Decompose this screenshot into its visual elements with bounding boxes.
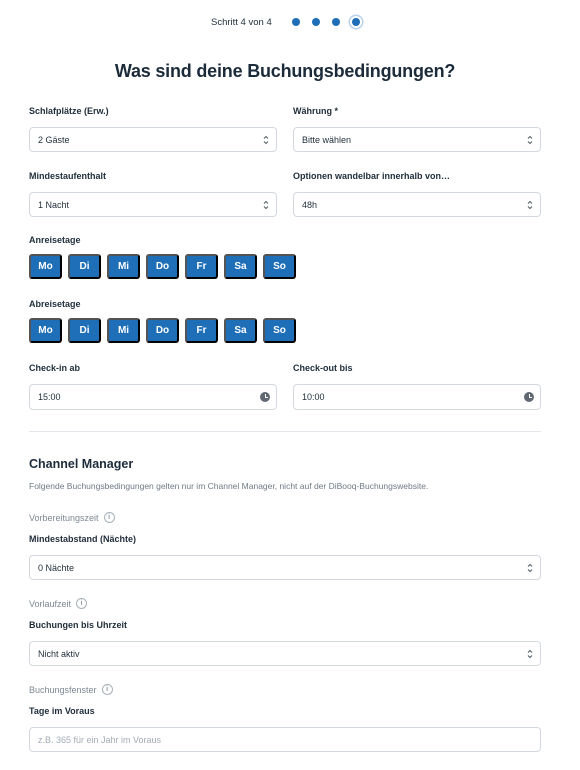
abreise-day-mo[interactable]: Mo — [29, 318, 62, 343]
page-title: Was sind deine Buchungsbedingungen? — [114, 61, 456, 81]
anreisetage-group: Mo Di Mi Do Fr Sa So — [29, 254, 296, 279]
section-divider — [29, 431, 541, 432]
abreisetage-label: Abreisetage — [29, 299, 81, 309]
buchungen-bis-value: Nicht aktiv — [38, 648, 80, 659]
buchungsfenster-text: Buchungsfenster — [29, 684, 97, 695]
waehrung-select[interactable]: Bitte wählen — [293, 127, 541, 152]
step-dot-3 — [332, 18, 340, 26]
abreisetage-group: Mo Di Mi Do Fr Sa So — [29, 318, 296, 343]
checkout-value: 10:00 — [302, 392, 325, 402]
checkout-time-input[interactable]: 10:00 — [293, 384, 541, 410]
checkin-time-input[interactable]: 15:00 — [29, 384, 277, 410]
checkin-label: Check-in ab — [29, 363, 81, 373]
tage-im-voraus-input[interactable]: z.B. 365 für ein Jahr im Voraus — [29, 727, 541, 752]
mindestabstand-label: Mindestabstand (Nächte) — [29, 534, 137, 544]
channel-manager-description: Folgende Buchungsbedingungen gelten nur … — [29, 481, 429, 491]
chevron-updown-icon — [527, 563, 533, 573]
anreise-day-so[interactable]: So — [263, 254, 296, 279]
optionen-select[interactable]: 48h — [293, 192, 541, 217]
step-dot-4-active — [352, 18, 360, 26]
progress-stepper: Schritt 4 von 4 — [0, 12, 580, 32]
mindestabstand-value: 0 Nächte — [38, 562, 75, 573]
schlafplaetze-select[interactable]: 2 Gäste — [29, 127, 277, 152]
abreise-day-sa[interactable]: Sa — [224, 318, 257, 343]
anreise-day-mo[interactable]: Mo — [29, 254, 62, 279]
anreise-day-do[interactable]: Do — [146, 254, 179, 279]
checkout-label: Check-out bis — [293, 363, 353, 373]
anreisetage-label: Anreisetage — [29, 235, 81, 245]
step-label: Schritt 4 von 4 — [211, 17, 272, 28]
anreise-day-sa[interactable]: Sa — [224, 254, 257, 279]
optionen-value: 48h — [302, 199, 318, 210]
step-dot-2 — [312, 18, 320, 26]
buchungen-bis-select[interactable]: Nicht aktiv — [29, 641, 541, 666]
buchungen-bis-label: Buchungen bis Uhrzeit — [29, 620, 128, 630]
vorlaufzeit-heading: Vorlaufzeit i — [29, 598, 88, 609]
vorlaufzeit-text: Vorlaufzeit — [29, 598, 72, 609]
abreise-day-do[interactable]: Do — [146, 318, 179, 343]
channel-manager-title: Channel Manager — [29, 457, 134, 471]
checkin-value: 15:00 — [38, 392, 61, 402]
clock-icon[interactable] — [524, 392, 534, 402]
tage-im-voraus-placeholder: z.B. 365 für ein Jahr im Voraus — [38, 734, 162, 745]
abreise-day-mi[interactable]: Mi — [107, 318, 140, 343]
clock-icon[interactable] — [260, 392, 270, 402]
mindestaufenthalt-label: Mindestaufenthalt — [29, 171, 107, 181]
abreise-day-di[interactable]: Di — [68, 318, 101, 343]
chevron-updown-icon — [527, 649, 533, 659]
schlafplaetze-label: Schlafplätze (Erw.) — [29, 106, 109, 116]
vorbereitungszeit-text: Vorbereitungszeit — [29, 512, 99, 523]
anreise-day-mi[interactable]: Mi — [107, 254, 140, 279]
schlafplaetze-value: 2 Gäste — [38, 134, 70, 145]
info-icon[interactable]: i — [101, 684, 113, 695]
step-dot-1 — [292, 18, 300, 26]
abreise-day-fr[interactable]: Fr — [185, 318, 218, 343]
anreise-day-di[interactable]: Di — [68, 254, 101, 279]
mindestaufenthalt-select[interactable]: 1 Nacht — [29, 192, 277, 217]
optionen-label: Optionen wandelbar innerhalb von… — [293, 171, 451, 181]
info-icon[interactable]: i — [76, 598, 88, 609]
vorbereitungszeit-heading: Vorbereitungszeit i — [29, 512, 115, 523]
tage-im-voraus-label: Tage im Voraus — [29, 706, 95, 716]
chevron-updown-icon — [527, 135, 533, 145]
chevron-updown-icon — [263, 200, 269, 210]
abreise-day-so[interactable]: So — [263, 318, 296, 343]
info-icon[interactable]: i — [103, 512, 115, 523]
anreise-day-fr[interactable]: Fr — [185, 254, 218, 279]
mindestaufenthalt-value: 1 Nacht — [38, 199, 70, 210]
chevron-updown-icon — [527, 200, 533, 210]
mindestabstand-select[interactable]: 0 Nächte — [29, 555, 541, 580]
waehrung-value: Bitte wählen — [302, 134, 352, 145]
buchungsfenster-heading: Buchungsfenster i — [29, 684, 113, 695]
waehrung-label: Währung * — [293, 106, 338, 116]
chevron-updown-icon — [263, 135, 269, 145]
